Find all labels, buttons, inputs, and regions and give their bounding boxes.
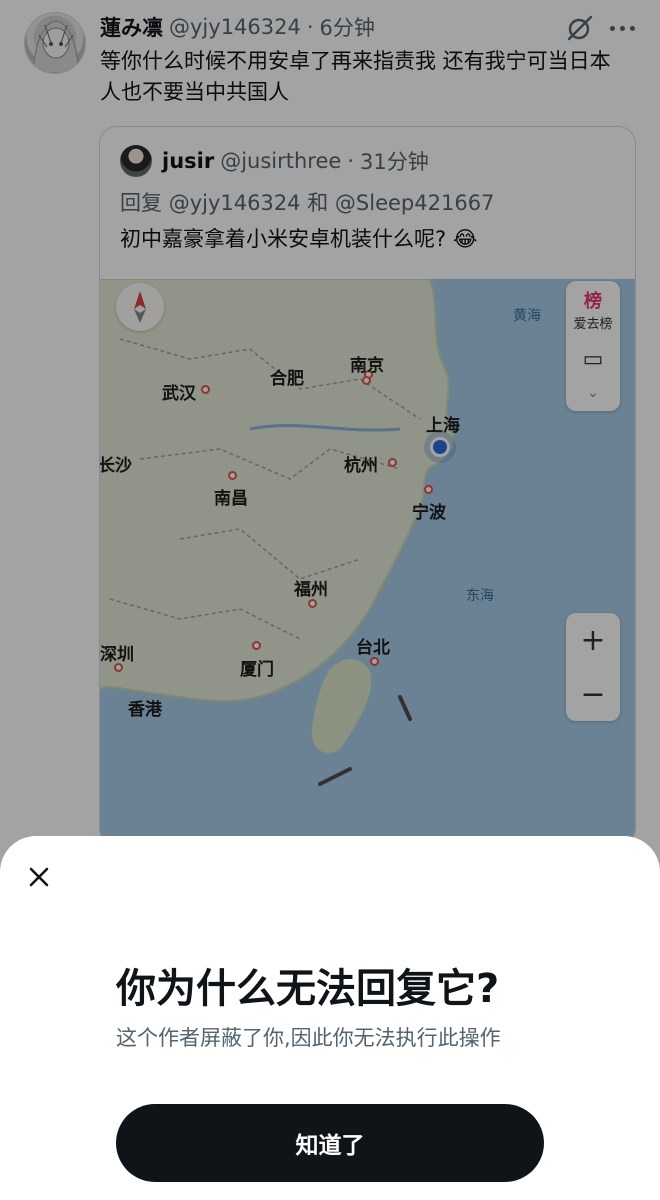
close-icon[interactable] [22,860,56,894]
got-it-button[interactable]: 知道了 [116,1104,544,1182]
bottom-sheet: 你为什么无法回复它? 这个作者屏蔽了你,因此你无法执行此操作 知道了 [0,836,660,1200]
sheet-title: 你为什么无法回复它? [116,966,500,1012]
sheet-subtitle: 这个作者屏蔽了你,因此你无法执行此操作 [116,1026,501,1050]
